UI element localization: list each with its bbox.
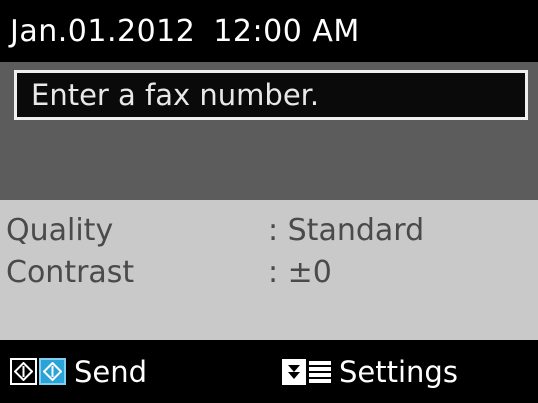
fax-settings-summary: Quality : Standard Contrast : ±0 bbox=[0, 200, 538, 340]
quality-label: Quality bbox=[6, 212, 114, 248]
quality-value: : Standard bbox=[268, 212, 425, 248]
time-display: 12:00 AM bbox=[213, 13, 360, 49]
contrast-setting-row[interactable]: Contrast : ±0 bbox=[6, 252, 332, 292]
contrast-value: : ±0 bbox=[268, 254, 332, 290]
fax-number-input[interactable] bbox=[14, 70, 528, 120]
start-diamond-icon bbox=[10, 358, 68, 385]
fax-screen: Jan.01.2012 12:00 AM Quality : Standard … bbox=[0, 0, 538, 403]
contrast-label: Contrast bbox=[6, 254, 135, 290]
settings-button[interactable]: Settings bbox=[282, 340, 458, 403]
quality-setting-row[interactable]: Quality : Standard bbox=[6, 210, 424, 250]
diamond-icon bbox=[10, 358, 37, 385]
color-diamond-icon bbox=[39, 358, 66, 385]
down-arrow-icon bbox=[282, 358, 306, 385]
menu-icon bbox=[282, 358, 331, 385]
send-label: Send bbox=[74, 354, 148, 389]
status-bar: Jan.01.2012 12:00 AM bbox=[0, 0, 538, 62]
date-display: Jan.01.2012 bbox=[10, 13, 196, 49]
softkey-bar: Send Settings bbox=[0, 340, 538, 403]
fax-input-panel bbox=[0, 62, 538, 200]
settings-label: Settings bbox=[339, 354, 458, 389]
list-lines-icon bbox=[309, 360, 331, 383]
send-button[interactable]: Send bbox=[10, 340, 147, 403]
